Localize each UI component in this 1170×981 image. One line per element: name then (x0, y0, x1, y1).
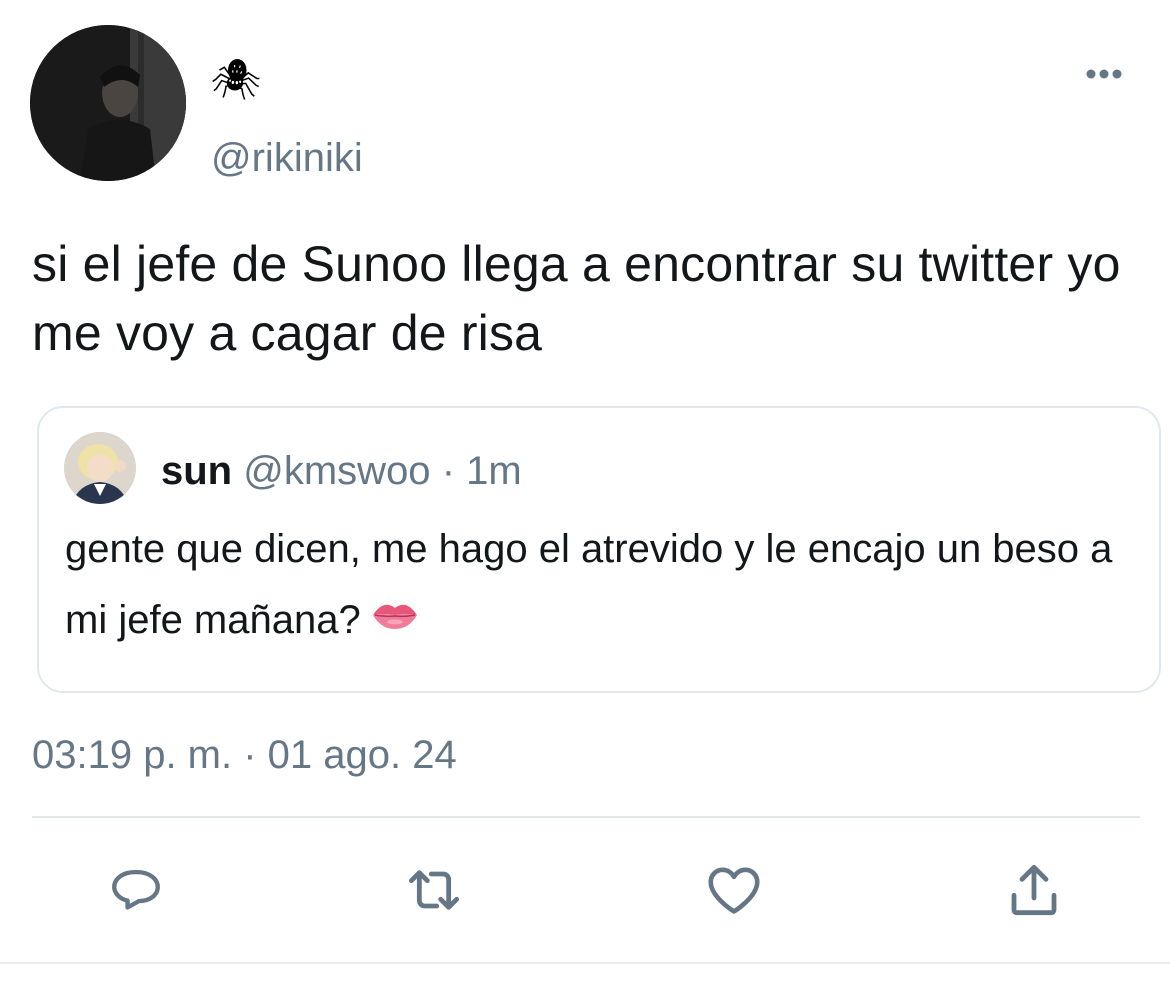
like-button[interactable] (702, 858, 766, 922)
reply-button[interactable] (104, 858, 168, 922)
quoted-tweet-time: 1m (466, 449, 522, 493)
more-options-icon (1086, 69, 1122, 79)
tweet-timestamp[interactable]: 03:19 p. m. · 01 ago. 24 (32, 732, 457, 778)
author-display-name[interactable]: 🕷 (210, 50, 262, 110)
share-button[interactable] (1002, 858, 1066, 922)
quoted-tweet-text-content: gente que dicen, me hago el atrevido y l… (65, 527, 1113, 642)
reply-icon (112, 869, 160, 910)
quoted-tweet-text: gente que dicen, me hago el atrevido y l… (65, 514, 1135, 658)
quoted-author-name[interactable]: sun (161, 449, 232, 493)
lips-emoji-icon (371, 583, 419, 654)
more-options-button[interactable] (1083, 62, 1131, 86)
share-icon (1011, 864, 1057, 916)
quoted-header-separator: · (441, 449, 456, 493)
author-display-name-text: 🕷 (210, 57, 262, 103)
author-handle[interactable]: @rikiniki (211, 138, 363, 178)
quoted-author-handle[interactable]: @kmswoo (243, 449, 430, 493)
bottom-divider (0, 962, 1170, 964)
tweet-actions-bar (0, 850, 1170, 930)
quoted-tweet-card[interactable]: sun @kmswoo · 1m gente que dicen, me hag… (37, 406, 1161, 693)
quoted-author-avatar-image (64, 432, 136, 504)
author-avatar-image (30, 25, 186, 181)
tweet-text: si el jefe de Sunoo llega a encontrar su… (32, 236, 1121, 361)
author-avatar[interactable] (30, 25, 186, 181)
retweet-icon (408, 870, 460, 910)
quoted-author-avatar (64, 432, 136, 504)
quoted-tweet-header: sun @kmswoo · 1m (161, 448, 522, 494)
divider (32, 816, 1140, 818)
like-icon (708, 867, 760, 914)
retweet-button[interactable] (402, 858, 466, 922)
